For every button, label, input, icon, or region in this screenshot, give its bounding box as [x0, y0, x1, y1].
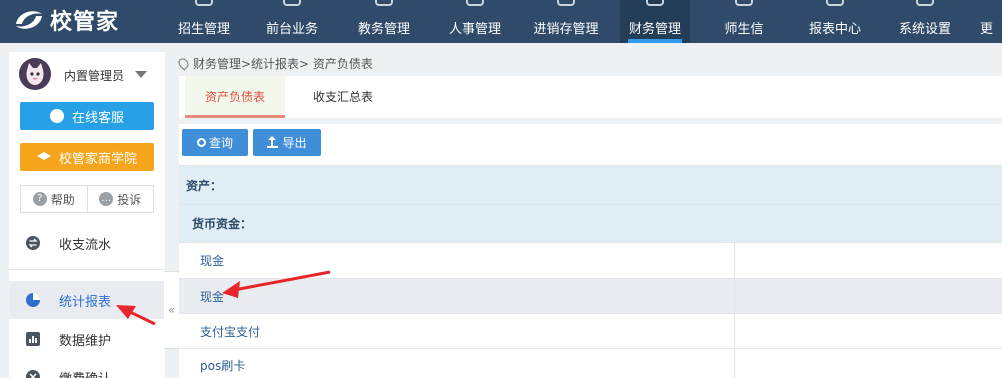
search-icon — [196, 138, 206, 147]
logo-icon — [16, 11, 42, 29]
top-nav: 校管家 招生管理 前台业务 教务管理 人事管理 进销存管理 财务管理 师生信 报… — [0, 0, 1002, 43]
chart-icon — [826, 0, 844, 6]
location-pin-icon — [176, 56, 191, 71]
nav-item-settings[interactable]: 系统设置 — [885, 0, 965, 43]
sidebar-item-cashflow[interactable]: 收支流水 — [9, 224, 165, 262]
user-menu[interactable]: 内置管理员 — [9, 52, 165, 98]
group-label: 货币资金： — [192, 217, 253, 231]
group-label: 资产： — [186, 178, 223, 193]
app-name: 校管家 — [50, 10, 120, 35]
nav-item-messages[interactable]: 师生信 — [704, 0, 784, 43]
chevron-down-icon[interactable] — [135, 71, 147, 78]
nav-item-reports[interactable]: 报表中心 — [795, 0, 875, 43]
report-panel: 查询 导出 资产： 货币资金： 现金 现金 支付宝支付 pos刷卡 — [179, 124, 1002, 378]
breadcrumb: 财务管理>统计报表> 资产负债表 — [176, 55, 373, 72]
help-icon: ? — [32, 192, 47, 206]
nav-item-hr[interactable]: 人事管理 — [435, 0, 515, 43]
avatar — [19, 58, 51, 90]
table-row-group: 资产： — [179, 165, 1002, 204]
ellipsis-icon: … — [99, 192, 114, 206]
support-icon — [49, 109, 64, 123]
nav-item-more[interactable]: 更 — [980, 0, 1002, 43]
avatar-cat-icon — [19, 58, 51, 90]
nav-label: 人事管理 — [448, 22, 501, 37]
monitor-icon — [283, 0, 301, 6]
help-row: ? 帮助 … 投诉 — [20, 185, 154, 213]
nav-label: 财务管理 — [628, 22, 681, 37]
user-name: 内置管理员 — [64, 69, 125, 83]
table-row[interactable]: 支付宝支付 — [179, 313, 1002, 348]
nav-item-finance[interactable]: 财务管理 — [620, 0, 690, 43]
nav-label: 系统设置 — [898, 22, 951, 37]
academy-button[interactable]: 校管家商学院 — [20, 143, 154, 171]
enrollment-icon — [195, 0, 213, 6]
table-row[interactable]: 现金 — [179, 278, 1002, 313]
upload-icon — [267, 136, 279, 148]
query-label: 查询 — [208, 136, 233, 150]
nav-label: 师生信 — [724, 22, 764, 37]
column-divider — [734, 349, 735, 378]
sidebar-item-payment-confirm[interactable]: 缴费确认 — [9, 358, 165, 378]
sidebar-item-data-maintenance[interactable]: 数据维护 — [9, 320, 165, 358]
nav-item-front-desk[interactable]: 前台业务 — [252, 0, 332, 43]
tab-label: 收支汇总表 — [312, 90, 373, 104]
column-divider — [734, 243, 735, 278]
graduation-cap-icon — [36, 152, 51, 160]
column-divider — [734, 279, 735, 313]
monitor-icon — [646, 0, 664, 6]
close-circle-icon — [26, 370, 40, 378]
table-row-group: 货币资金： — [179, 204, 1002, 242]
sidebar-collapse-button[interactable]: « — [164, 271, 180, 349]
app-logo[interactable]: 校管家 — [12, 2, 119, 38]
help-button[interactable]: ? 帮助 — [21, 186, 87, 212]
exchange-icon — [26, 236, 40, 250]
people-icon — [466, 0, 484, 6]
gear-icon — [916, 0, 934, 6]
nav-label: 招生管理 — [177, 22, 230, 37]
account-label: pos刷卡 — [200, 359, 246, 373]
nav-item-enrollment[interactable]: 招生管理 — [164, 0, 244, 43]
nav-label: 进销存管理 — [533, 22, 599, 37]
sidebar-item-label: 缴费确认 — [59, 368, 111, 378]
account-label: 现金 — [200, 254, 225, 268]
sidebar-item-statistics[interactable]: 统计报表 — [9, 281, 165, 319]
nav-label: 报表中心 — [808, 22, 861, 37]
nav-label: 教务管理 — [357, 22, 410, 37]
divider — [9, 269, 165, 270]
sidebar-item-label: 数据维护 — [59, 333, 112, 349]
help-label: 帮助 — [50, 192, 75, 207]
tab-balance-sheet[interactable]: 资产负债表 — [185, 76, 285, 118]
double-chevron-left-icon: « — [167, 303, 176, 317]
pie-chart-icon — [26, 293, 40, 307]
online-service-label: 在线客服 — [71, 110, 124, 126]
table-row[interactable]: pos刷卡 — [179, 348, 1002, 378]
query-button[interactable]: 查询 — [182, 129, 248, 156]
bar-chart-icon — [26, 332, 40, 346]
table-row[interactable]: 现金 — [179, 242, 1002, 278]
sidebar-item-label: 统计报表 — [59, 294, 112, 310]
academy-label: 校管家商学院 — [58, 151, 137, 167]
tab-income-summary[interactable]: 收支汇总表 — [293, 76, 393, 118]
chat-icon — [735, 0, 753, 6]
edit-icon — [557, 0, 575, 6]
account-label: 支付宝支付 — [200, 324, 261, 339]
online-service-button[interactable]: 在线客服 — [20, 102, 154, 130]
export-button[interactable]: 导出 — [253, 129, 321, 156]
sidebar: 内置管理员 在线客服 校管家商学院 ? 帮助 … 投诉 收支流水 统计报表 数据… — [9, 52, 165, 378]
tab-label: 资产负债表 — [204, 90, 265, 104]
complain-button[interactable]: … 投诉 — [86, 186, 154, 212]
nav-label: 更 — [980, 22, 994, 37]
nav-item-inventory[interactable]: 进销存管理 — [524, 0, 608, 43]
account-label: 现金 — [200, 289, 225, 304]
column-divider — [734, 314, 735, 348]
nav-label: 前台业务 — [265, 22, 318, 37]
nav-item-academic[interactable]: 教务管理 — [344, 0, 424, 43]
breadcrumb-text: 财务管理>统计报表> 资产负债表 — [193, 57, 373, 71]
document-icon — [375, 0, 393, 6]
tab-bar: 资产负债表 收支汇总表 — [179, 76, 1002, 118]
export-label: 导出 — [282, 136, 307, 150]
complain-label: 投诉 — [117, 192, 142, 207]
sidebar-item-label: 收支流水 — [59, 237, 112, 253]
